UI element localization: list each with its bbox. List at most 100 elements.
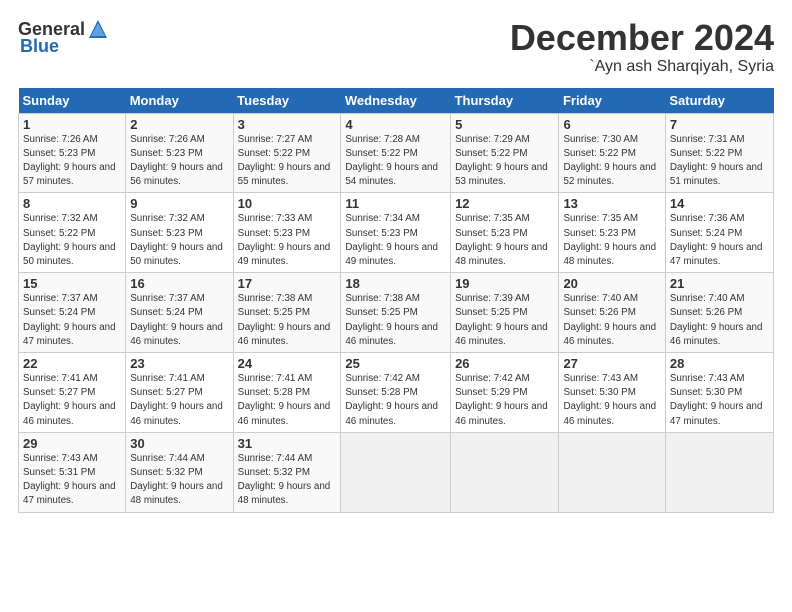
day-number: 26	[455, 356, 554, 371]
calendar-day-cell: 25Sunrise: 7:42 AMSunset: 5:28 PMDayligh…	[341, 353, 451, 433]
weekday-header-wednesday: Wednesday	[341, 88, 451, 114]
title-block: December 2024 `Ayn ash Sharqiyah, Syria	[510, 18, 774, 76]
day-detail: Sunrise: 7:37 AMSunset: 5:24 PMDaylight:…	[23, 293, 116, 347]
day-detail: Sunrise: 7:38 AMSunset: 5:25 PMDaylight:…	[345, 293, 438, 347]
logo-icon	[87, 18, 109, 40]
day-detail: Sunrise: 7:43 AMSunset: 5:30 PMDaylight:…	[670, 373, 763, 427]
day-detail: Sunrise: 7:38 AMSunset: 5:25 PMDaylight:…	[238, 293, 331, 347]
calendar-day-cell: 17Sunrise: 7:38 AMSunset: 5:25 PMDayligh…	[233, 273, 341, 353]
day-detail: Sunrise: 7:29 AMSunset: 5:22 PMDaylight:…	[455, 134, 548, 188]
weekday-header-friday: Friday	[559, 88, 665, 114]
day-number: 28	[670, 356, 769, 371]
logo-blue-text: Blue	[20, 36, 59, 57]
logo: General Blue	[18, 18, 109, 57]
day-number: 25	[345, 356, 446, 371]
calendar-day-cell: 14 Sunrise: 7:36 AMSunset: 5:24 PMDayligh…	[665, 193, 773, 273]
day-number: 13	[563, 196, 660, 211]
day-detail: Sunrise: 7:27 AMSunset: 5:22 PMDaylight:…	[238, 134, 331, 188]
day-number: 24	[238, 356, 337, 371]
day-number: 12	[455, 196, 554, 211]
calendar-day-cell: 4 Sunrise: 7:28 AMSunset: 5:22 PMDaylight…	[341, 113, 451, 193]
calendar-day-cell	[451, 432, 559, 512]
calendar-day-cell	[665, 432, 773, 512]
day-detail: Sunrise: 7:41 AMSunset: 5:27 PMDaylight:…	[23, 373, 116, 427]
calendar-day-cell: 12 Sunrise: 7:35 AMSunset: 5:23 PMDayligh…	[451, 193, 559, 273]
day-detail: Sunrise: 7:39 AMSunset: 5:25 PMDaylight:…	[455, 293, 548, 347]
day-number: 31	[238, 436, 337, 451]
day-detail: Sunrise: 7:41 AMSunset: 5:28 PMDaylight:…	[238, 373, 331, 427]
calendar-day-cell: 23 Sunrise: 7:41 AMSunset: 5:27 PMDayligh…	[126, 353, 233, 433]
calendar-week-row: 15 Sunrise: 7:37 AMSunset: 5:24 PMDayligh…	[19, 273, 774, 353]
calendar-day-cell: 18 Sunrise: 7:38 AMSunset: 5:25 PMDayligh…	[341, 273, 451, 353]
calendar-day-cell: 29Sunrise: 7:43 AMSunset: 5:31 PMDayligh…	[19, 432, 126, 512]
day-detail: Sunrise: 7:30 AMSunset: 5:22 PMDaylight:…	[563, 134, 656, 188]
day-detail: Sunrise: 7:40 AMSunset: 5:26 PMDaylight:…	[670, 293, 763, 347]
calendar-day-cell: 27 Sunrise: 7:43 AMSunset: 5:30 PMDayligh…	[559, 353, 665, 433]
day-detail: Sunrise: 7:31 AMSunset: 5:22 PMDaylight:…	[670, 134, 763, 188]
day-number: 18	[345, 276, 446, 291]
location-title: `Ayn ash Sharqiyah, Syria	[510, 58, 774, 76]
day-number: 16	[130, 276, 228, 291]
day-number: 15	[23, 276, 121, 291]
calendar-day-cell: 16Sunrise: 7:37 AMSunset: 5:24 PMDayligh…	[126, 273, 233, 353]
calendar-day-cell: 10 Sunrise: 7:33 AMSunset: 5:23 PMDayligh…	[233, 193, 341, 273]
day-number: 5	[455, 117, 554, 132]
day-detail: Sunrise: 7:43 AMSunset: 5:30 PMDaylight:…	[563, 373, 656, 427]
day-detail: Sunrise: 7:44 AMSunset: 5:32 PMDaylight:…	[130, 453, 223, 507]
day-detail: Sunrise: 7:43 AMSunset: 5:31 PMDaylight:…	[23, 453, 116, 507]
calendar-day-cell: 7 Sunrise: 7:31 AMSunset: 5:22 PMDaylight…	[665, 113, 773, 193]
calendar-day-cell: 5 Sunrise: 7:29 AMSunset: 5:22 PMDaylight…	[451, 113, 559, 193]
day-number: 23	[130, 356, 228, 371]
calendar-day-cell: 28 Sunrise: 7:43 AMSunset: 5:30 PMDayligh…	[665, 353, 773, 433]
page: General Blue December 2024 `Ayn ash Shar…	[0, 0, 792, 523]
day-detail: Sunrise: 7:33 AMSunset: 5:23 PMDaylight:…	[238, 213, 331, 267]
calendar-day-cell: 31 Sunrise: 7:44 AMSunset: 5:32 PMDayligh…	[233, 432, 341, 512]
calendar-day-cell: 19 Sunrise: 7:39 AMSunset: 5:25 PMDayligh…	[451, 273, 559, 353]
day-number: 21	[670, 276, 769, 291]
header: General Blue December 2024 `Ayn ash Shar…	[18, 18, 774, 76]
calendar-day-cell: 22Sunrise: 7:41 AMSunset: 5:27 PMDayligh…	[19, 353, 126, 433]
day-number: 14	[670, 196, 769, 211]
day-detail: Sunrise: 7:44 AMSunset: 5:32 PMDaylight:…	[238, 453, 331, 507]
day-detail: Sunrise: 7:26 AMSunset: 5:23 PMDaylight:…	[130, 134, 223, 188]
calendar-day-cell: 6Sunrise: 7:30 AMSunset: 5:22 PMDaylight…	[559, 113, 665, 193]
calendar-day-cell: 8Sunrise: 7:32 AMSunset: 5:22 PMDaylight…	[19, 193, 126, 273]
day-detail: Sunrise: 7:32 AMSunset: 5:23 PMDaylight:…	[130, 213, 223, 267]
day-number: 8	[23, 196, 121, 211]
calendar-day-cell: 2 Sunrise: 7:26 AMSunset: 5:23 PMDaylight…	[126, 113, 233, 193]
day-detail: Sunrise: 7:36 AMSunset: 5:24 PMDaylight:…	[670, 213, 763, 267]
day-detail: Sunrise: 7:42 AMSunset: 5:29 PMDaylight:…	[455, 373, 548, 427]
day-detail: Sunrise: 7:28 AMSunset: 5:22 PMDaylight:…	[345, 134, 438, 188]
day-detail: Sunrise: 7:35 AMSunset: 5:23 PMDaylight:…	[455, 213, 548, 267]
calendar-week-row: 22Sunrise: 7:41 AMSunset: 5:27 PMDayligh…	[19, 353, 774, 433]
day-detail: Sunrise: 7:35 AMSunset: 5:23 PMDaylight:…	[563, 213, 656, 267]
calendar-day-cell: 20 Sunrise: 7:40 AMSunset: 5:26 PMDayligh…	[559, 273, 665, 353]
weekday-header-sunday: Sunday	[19, 88, 126, 114]
calendar-day-cell: 21 Sunrise: 7:40 AMSunset: 5:26 PMDayligh…	[665, 273, 773, 353]
day-detail: Sunrise: 7:26 AMSunset: 5:23 PMDaylight:…	[23, 134, 116, 188]
calendar-day-cell: 15 Sunrise: 7:37 AMSunset: 5:24 PMDayligh…	[19, 273, 126, 353]
day-number: 30	[130, 436, 228, 451]
day-detail: Sunrise: 7:34 AMSunset: 5:23 PMDaylight:…	[345, 213, 438, 267]
day-number: 7	[670, 117, 769, 132]
day-number: 1	[23, 117, 121, 132]
calendar-day-cell: 9Sunrise: 7:32 AMSunset: 5:23 PMDaylight…	[126, 193, 233, 273]
weekday-header-row: SundayMondayTuesdayWednesdayThursdayFrid…	[19, 88, 774, 114]
calendar-week-row: 1 Sunrise: 7:26 AMSunset: 5:23 PMDaylight…	[19, 113, 774, 193]
day-detail: Sunrise: 7:40 AMSunset: 5:26 PMDaylight:…	[563, 293, 656, 347]
calendar-day-cell: 26 Sunrise: 7:42 AMSunset: 5:29 PMDayligh…	[451, 353, 559, 433]
day-number: 27	[563, 356, 660, 371]
calendar-day-cell	[341, 432, 451, 512]
weekday-header-monday: Monday	[126, 88, 233, 114]
day-number: 4	[345, 117, 446, 132]
day-number: 20	[563, 276, 660, 291]
calendar-day-cell: 24 Sunrise: 7:41 AMSunset: 5:28 PMDayligh…	[233, 353, 341, 433]
calendar-day-cell: 11 Sunrise: 7:34 AMSunset: 5:23 PMDayligh…	[341, 193, 451, 273]
day-detail: Sunrise: 7:41 AMSunset: 5:27 PMDaylight:…	[130, 373, 223, 427]
weekday-header-thursday: Thursday	[451, 88, 559, 114]
day-number: 10	[238, 196, 337, 211]
day-number: 19	[455, 276, 554, 291]
calendar-day-cell: 1 Sunrise: 7:26 AMSunset: 5:23 PMDaylight…	[19, 113, 126, 193]
day-number: 2	[130, 117, 228, 132]
day-number: 11	[345, 196, 446, 211]
